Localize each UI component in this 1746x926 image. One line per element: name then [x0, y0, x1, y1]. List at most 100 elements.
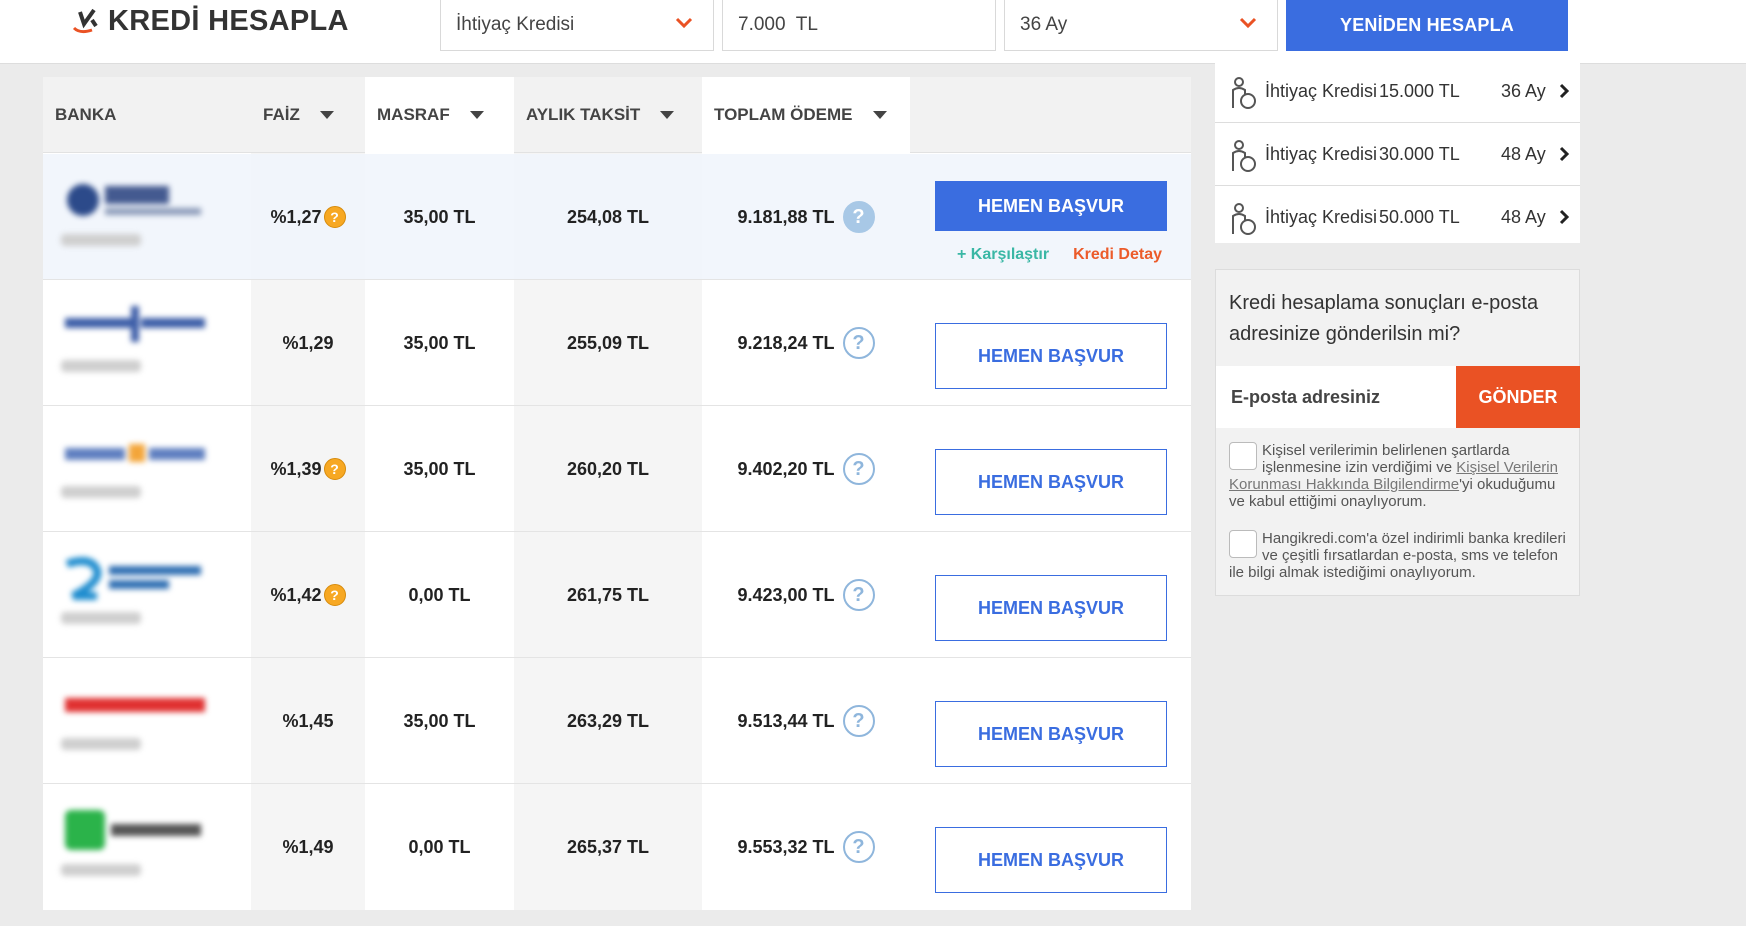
term-value: 36 Ay	[1020, 14, 1068, 35]
apply-button[interactable]: HEMEN BAŞVUR	[935, 701, 1167, 767]
chevron-right-icon	[1559, 83, 1570, 99]
loan-type-select[interactable]: İhtiyaç Kredisi	[440, 0, 714, 51]
rate-value: %1,39	[270, 458, 322, 479]
loan-term: 48 Ay	[1501, 207, 1546, 227]
apply-button[interactable]: HEMEN BAŞVUR	[935, 827, 1167, 893]
rate-value: %1,29	[282, 332, 334, 353]
fee-value: 35,00 TL	[403, 332, 476, 353]
monthly-value: 265,37 TL	[566, 836, 650, 857]
rate-value: %1,42	[270, 584, 322, 605]
help-icon[interactable]: ?	[842, 705, 875, 737]
rate-value: %1,45	[282, 710, 334, 731]
col-fee-sort[interactable]: MASRAF	[365, 77, 514, 153]
total-value: 9.513,44 TL	[737, 710, 835, 731]
loan-amount: 15.000 TL	[1379, 80, 1460, 101]
rate-value: %1,49	[282, 836, 334, 857]
bank-logo	[65, 698, 205, 712]
consent-checkbox[interactable]	[1229, 442, 1257, 470]
bank-subtitle	[61, 486, 141, 498]
chevron-down-icon	[1239, 17, 1257, 29]
info-icon[interactable]: ?	[323, 458, 346, 480]
bank-logo	[65, 557, 201, 600]
fee-value: 0,00 TL	[408, 836, 471, 857]
loan-type: İhtiyaç Kredisi	[1265, 207, 1378, 227]
fee-value: 35,00 TL	[403, 458, 476, 479]
list-item[interactable]: İhtiyaç Kredisi 50.000 TL 48 Ay	[1215, 186, 1580, 249]
loan-type-value: İhtiyaç Kredisi	[456, 14, 575, 35]
apply-button[interactable]: HEMEN BAŞVUR	[935, 323, 1167, 389]
total-value: 9.402,20 TL	[737, 458, 835, 479]
person-money-icon	[1232, 77, 1256, 109]
loan-type: İhtiyaç Kredisi	[1265, 80, 1378, 101]
email-box-title: Kredi hesaplama sonuçları e-posta adresi…	[1229, 292, 1539, 345]
bank-subtitle	[61, 234, 141, 246]
chevron-down-icon	[675, 17, 693, 29]
loan-term: 36 Ay	[1501, 80, 1546, 101]
total-value: 9.181,88 TL	[737, 206, 835, 227]
help-icon[interactable]: ?	[842, 579, 875, 611]
sort-down-icon	[319, 111, 334, 119]
col-rate-sort[interactable]: FAİZ	[251, 77, 365, 153]
fee-value: 35,00 TL	[403, 710, 476, 731]
bank-subtitle	[61, 612, 141, 624]
bank-subtitle	[61, 360, 141, 372]
person-money-icon	[1232, 140, 1256, 172]
loan-type: İhtiyaç Kredisi	[1265, 143, 1378, 164]
consent-kvkk: Kişisel verilerimin belirlenen şartlarda…	[1229, 442, 1573, 510]
bank-subtitle	[61, 864, 141, 876]
consent-checkbox[interactable]	[1229, 530, 1257, 558]
popular-loans-list: İhtiyaç Kredisi 15.000 TL 36 Ay İhtiyaç …	[1215, 60, 1580, 243]
logo[interactable]: KREDİ HESAPLA	[70, 4, 349, 38]
term-select[interactable]: 36 Ay	[1004, 0, 1278, 51]
sort-down-icon	[660, 111, 675, 119]
results-table: BANKA FAİZ MASRAF AYLIK TAKSİT TOPLAM ÖD…	[43, 77, 1191, 910]
info-icon[interactable]: ?	[323, 584, 346, 606]
help-icon[interactable]: ?	[842, 831, 875, 863]
help-icon[interactable]: ?	[842, 327, 875, 359]
col-monthly-sort[interactable]: AYLIK TAKSİT	[514, 77, 702, 153]
bank-logo	[65, 306, 205, 342]
col-bank: BANKA	[55, 105, 117, 124]
person-money-icon	[1232, 203, 1256, 235]
list-item[interactable]: İhtiyaç Kredisi 30.000 TL 48 Ay	[1215, 123, 1580, 186]
sort-down-icon	[469, 111, 484, 119]
amount-input[interactable]: 7.000 TL	[722, 0, 996, 51]
table-row: %1,29 35,00 TL 255,09 TL 9.218,24 TL? HE…	[43, 280, 1191, 406]
monthly-value: 260,20 TL	[566, 458, 650, 479]
list-item[interactable]: İhtiyaç Kredisi 15.000 TL 36 Ay	[1215, 60, 1580, 123]
monthly-value: 254,08 TL	[566, 206, 650, 227]
help-icon[interactable]: ?	[842, 453, 875, 485]
info-icon[interactable]: ?	[323, 206, 346, 228]
send-button[interactable]: GÖNDER	[1456, 366, 1580, 428]
col-total-sort[interactable]: TOPLAM ÖDEME	[702, 77, 910, 153]
fee-value: 0,00 TL	[408, 584, 471, 605]
row-links: + Karşılaştır Kredi Detay	[957, 246, 1162, 264]
monthly-value: 261,75 TL	[566, 584, 650, 605]
email-input[interactable]: E-posta adresiniz	[1216, 366, 1456, 428]
sort-down-icon	[872, 111, 887, 119]
consent-marketing: Hangikredi.com'a özel indirimli banka kr…	[1229, 530, 1573, 581]
amount-value: 7.000 TL	[738, 14, 818, 35]
logo-icon	[72, 8, 98, 34]
apply-button[interactable]: HEMEN BAŞVUR	[935, 449, 1167, 515]
loan-amount: 30.000 TL	[1379, 143, 1460, 164]
help-icon[interactable]: ?	[842, 201, 875, 233]
total-value: 9.218,24 TL	[737, 332, 835, 353]
monthly-value: 255,09 TL	[566, 332, 650, 353]
loan-amount: 50.000 TL	[1379, 207, 1460, 227]
apply-button[interactable]: HEMEN BAŞVUR	[935, 575, 1167, 641]
bank-logo	[65, 810, 201, 850]
compare-link[interactable]: + Karşılaştır	[957, 246, 1049, 264]
rate-value: %1,27	[270, 206, 322, 227]
loan-term: 48 Ay	[1501, 143, 1546, 164]
monthly-value: 263,29 TL	[566, 710, 650, 731]
chevron-right-icon	[1559, 209, 1570, 225]
loan-detail-link[interactable]: Kredi Detay	[1073, 246, 1162, 264]
bank-logo	[65, 444, 205, 462]
top-bar: KREDİ HESAPLA İhtiyaç Kredisi 7.000 TL 3…	[0, 0, 1746, 64]
total-value: 9.423,00 TL	[737, 584, 835, 605]
table-row: %1,45 35,00 TL 263,29 TL 9.513,44 TL? HE…	[43, 658, 1191, 784]
consent-text: Hangikredi.com'a özel indirimli banka kr…	[1229, 530, 1566, 581]
apply-button[interactable]: HEMEN BAŞVUR	[935, 181, 1167, 231]
recalculate-button[interactable]: YENİDEN HESAPLA	[1286, 0, 1568, 51]
